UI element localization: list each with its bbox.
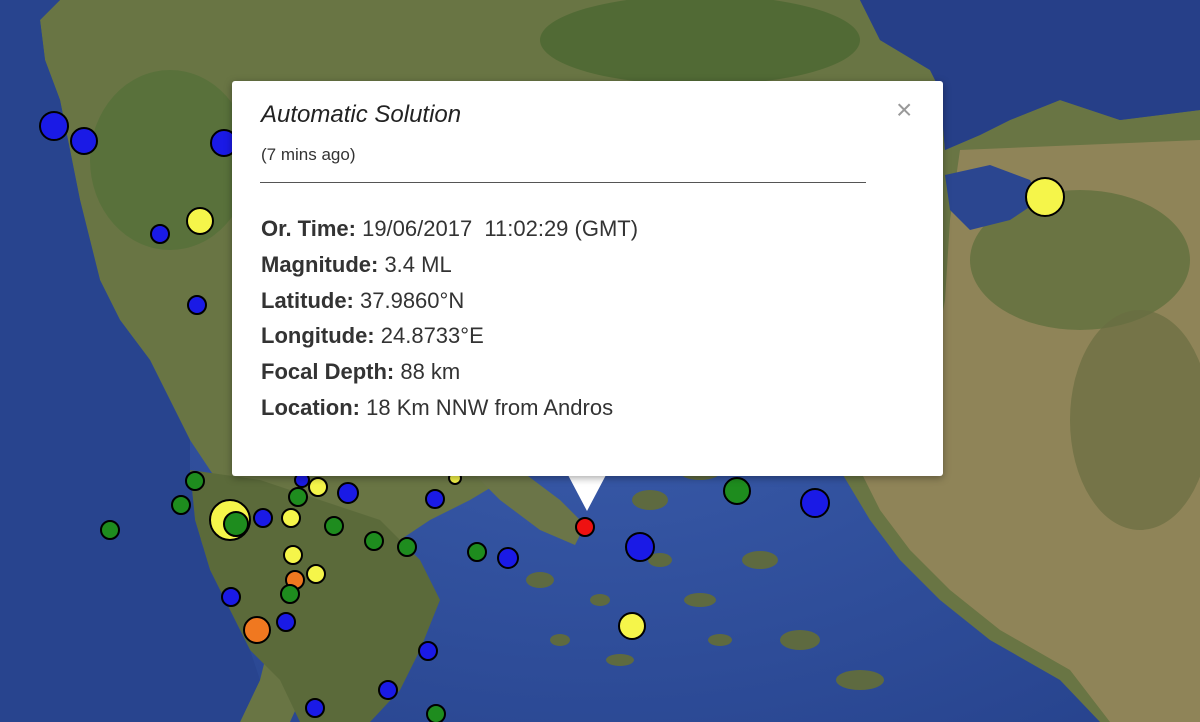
earthquake-marker-blue[interactable] bbox=[39, 111, 69, 141]
earthquake-marker-green[interactable] bbox=[723, 477, 751, 505]
popup-divider bbox=[260, 182, 866, 183]
field-value: 3.4 ML bbox=[378, 251, 452, 277]
earthquake-marker-blue[interactable] bbox=[150, 224, 170, 244]
earthquake-info-popup: Automatic Solution (7 mins ago) × Or. Ti… bbox=[232, 81, 943, 476]
field-value: 37.9860°N bbox=[353, 287, 465, 313]
earthquake-marker-green[interactable] bbox=[397, 537, 417, 557]
popup-details: Or. Time: 19/06/2017 11:02:29 (GMT) Magn… bbox=[261, 213, 638, 428]
earthquake-marker-blue[interactable] bbox=[418, 641, 438, 661]
earthquake-marker-blue[interactable] bbox=[800, 488, 830, 518]
earthquake-marker-blue[interactable] bbox=[625, 532, 655, 562]
earthquake-marker-green[interactable] bbox=[364, 531, 384, 551]
forest-patch bbox=[90, 70, 250, 250]
earthquake-marker-green[interactable] bbox=[171, 495, 191, 515]
field-label: Focal Depth: bbox=[261, 359, 395, 385]
earthquake-marker-blue[interactable] bbox=[221, 587, 241, 607]
earthquake-marker-yellow[interactable] bbox=[306, 564, 326, 584]
earthquake-marker-green[interactable] bbox=[467, 542, 487, 562]
field-value: 18 Km NNW from Andros bbox=[360, 394, 614, 420]
earthquake-marker-green[interactable] bbox=[100, 520, 120, 540]
selected-earthquake-marker[interactable] bbox=[575, 517, 595, 537]
field-label: Location: bbox=[261, 394, 360, 420]
earthquake-marker-green[interactable] bbox=[426, 704, 446, 722]
field-value: 19/06/2017 11:02:29 (GMT) bbox=[355, 216, 639, 241]
earthquake-marker-blue[interactable] bbox=[337, 482, 359, 504]
location-row: Location: 18 Km NNW from Andros bbox=[261, 392, 638, 428]
earthquake-marker-green[interactable] bbox=[223, 511, 249, 537]
earthquake-marker-blue[interactable] bbox=[497, 547, 519, 569]
close-icon[interactable]: × bbox=[896, 95, 912, 125]
field-label: Longitude: bbox=[261, 323, 375, 349]
popup-title: Automatic Solution bbox=[261, 101, 462, 128]
field-value: 24.8733°E bbox=[374, 323, 484, 349]
earthquake-marker-green[interactable] bbox=[324, 516, 344, 536]
earthquake-marker-blue[interactable] bbox=[253, 508, 273, 528]
field-label: Or. Time: bbox=[261, 216, 356, 241]
earthquake-marker-blue[interactable] bbox=[187, 295, 207, 315]
earthquake-marker-green[interactable] bbox=[185, 471, 205, 491]
earthquake-marker-blue[interactable] bbox=[305, 698, 325, 718]
earthquake-marker-green[interactable] bbox=[288, 487, 308, 507]
earthquake-marker-green[interactable] bbox=[280, 584, 300, 604]
focal-depth-row: Focal Depth: 88 km bbox=[261, 356, 638, 392]
earthquake-marker-yellow[interactable] bbox=[281, 508, 301, 528]
earthquake-marker-yellow[interactable] bbox=[1025, 177, 1065, 217]
magnitude-row: Magnitude: 3.4 ML bbox=[261, 249, 638, 285]
popup-time-ago: (7 mins ago) bbox=[261, 145, 356, 164]
longitude-row: Longitude: 24.8733°E bbox=[261, 320, 638, 356]
earthquake-marker-yellow[interactable] bbox=[308, 477, 328, 497]
field-label: Latitude: bbox=[261, 287, 354, 313]
field-value: 88 km bbox=[394, 359, 461, 385]
popup-pointer bbox=[568, 475, 606, 511]
earthquake-marker-blue[interactable] bbox=[378, 680, 398, 700]
earthquake-marker-yellow[interactable] bbox=[283, 545, 303, 565]
earthquake-marker-yellow[interactable] bbox=[186, 207, 214, 235]
earthquake-marker-blue[interactable] bbox=[70, 127, 98, 155]
earthquake-marker-yellow[interactable] bbox=[618, 612, 646, 640]
earthquake-marker-blue[interactable] bbox=[276, 612, 296, 632]
earthquake-marker-blue[interactable] bbox=[425, 489, 445, 509]
latitude-row: Latitude: 37.9860°N bbox=[261, 285, 638, 321]
field-label: Magnitude: bbox=[261, 251, 379, 277]
earthquake-marker-orange[interactable] bbox=[243, 616, 271, 644]
origin-time-row: Or. Time: 19/06/2017 11:02:29 (GMT) bbox=[261, 213, 638, 249]
